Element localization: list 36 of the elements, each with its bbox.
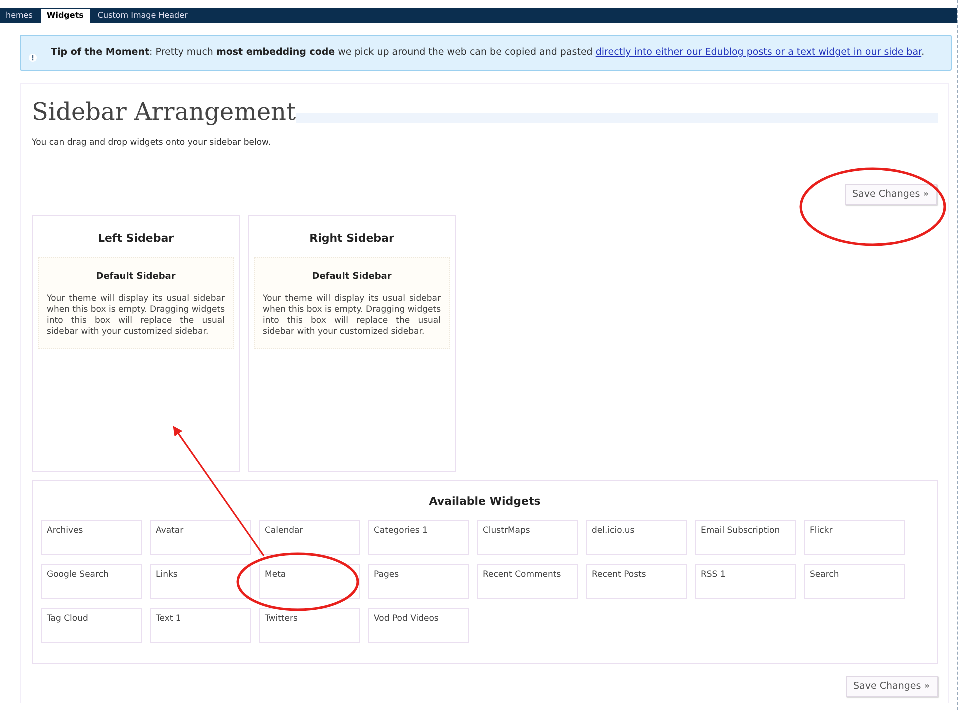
widget-item[interactable]: Recent Comments [477, 564, 578, 599]
widget-item[interactable]: Archives [41, 520, 142, 555]
save-button[interactable]: Save Changes » [846, 676, 938, 697]
widget-item[interactable]: Flickr [804, 520, 905, 555]
widget-item[interactable]: Tag Cloud [41, 608, 142, 643]
default-sidebar-title: Default Sidebar [95, 272, 177, 282]
widget-item[interactable]: Google Search [41, 564, 142, 599]
widget-item[interactable]: Meta [259, 564, 360, 599]
widget-item[interactable]: RSS 1 [695, 564, 796, 599]
widget-item[interactable]: Search [804, 564, 905, 599]
widget-item[interactable]: ClustrMaps [477, 520, 578, 555]
info-icon [29, 54, 37, 62]
save-button[interactable]: Save Changes » [844, 184, 937, 205]
tab[interactable]: Custom Image Header [92, 9, 194, 23]
sidebar-title: Left Sidebar [96, 232, 176, 245]
widget-item[interactable]: Categories 1 [368, 520, 469, 555]
widget-item[interactable]: del.icio.us [586, 520, 687, 555]
tab[interactable]: hemes [0, 9, 39, 23]
widget-item[interactable]: Links [150, 564, 251, 599]
widget-item[interactable]: Calendar [259, 520, 360, 555]
intro-text: You can drag and drop widgets onto your sidebar below. [32, 138, 272, 148]
widget-item[interactable]: Pages [368, 564, 469, 599]
widget-item[interactable]: Vod Pod Videos [368, 608, 469, 643]
tip-text: Tip of the Moment: Pretty much most embedding code we pick up around the web can be copied and pasted directly into either our Edublog posts or a text widget in our side bar. [51, 46, 925, 60]
widget-item[interactable]: Twitters [259, 608, 360, 643]
default-sidebar-text: Your theme will display its usual sidebar when this box is empty. Dragging widgets into this box will replace the usual sidebar with your customized sidebar. [47, 294, 225, 338]
widget-item[interactable]: Text 1 [150, 608, 251, 643]
widget-item[interactable]: Recent Posts [586, 564, 687, 599]
widget-item[interactable]: Avatar [150, 520, 251, 555]
sidebar-title: Right Sidebar [308, 232, 396, 245]
available-widgets-title: Available Widgets [428, 495, 542, 508]
widget-item[interactable]: Email Subscription [695, 520, 796, 555]
tab[interactable]: Widgets [40, 9, 90, 23]
default-sidebar-text: Your theme will display its usual sidebar when this box is empty. Dragging widgets into this box will replace the usual sidebar with your customized sidebar. [263, 294, 441, 338]
default-sidebar-title: Default Sidebar [311, 272, 393, 282]
tip-link[interactable]: directly into either our Edublog posts or a text widget in our side bar [596, 47, 922, 58]
